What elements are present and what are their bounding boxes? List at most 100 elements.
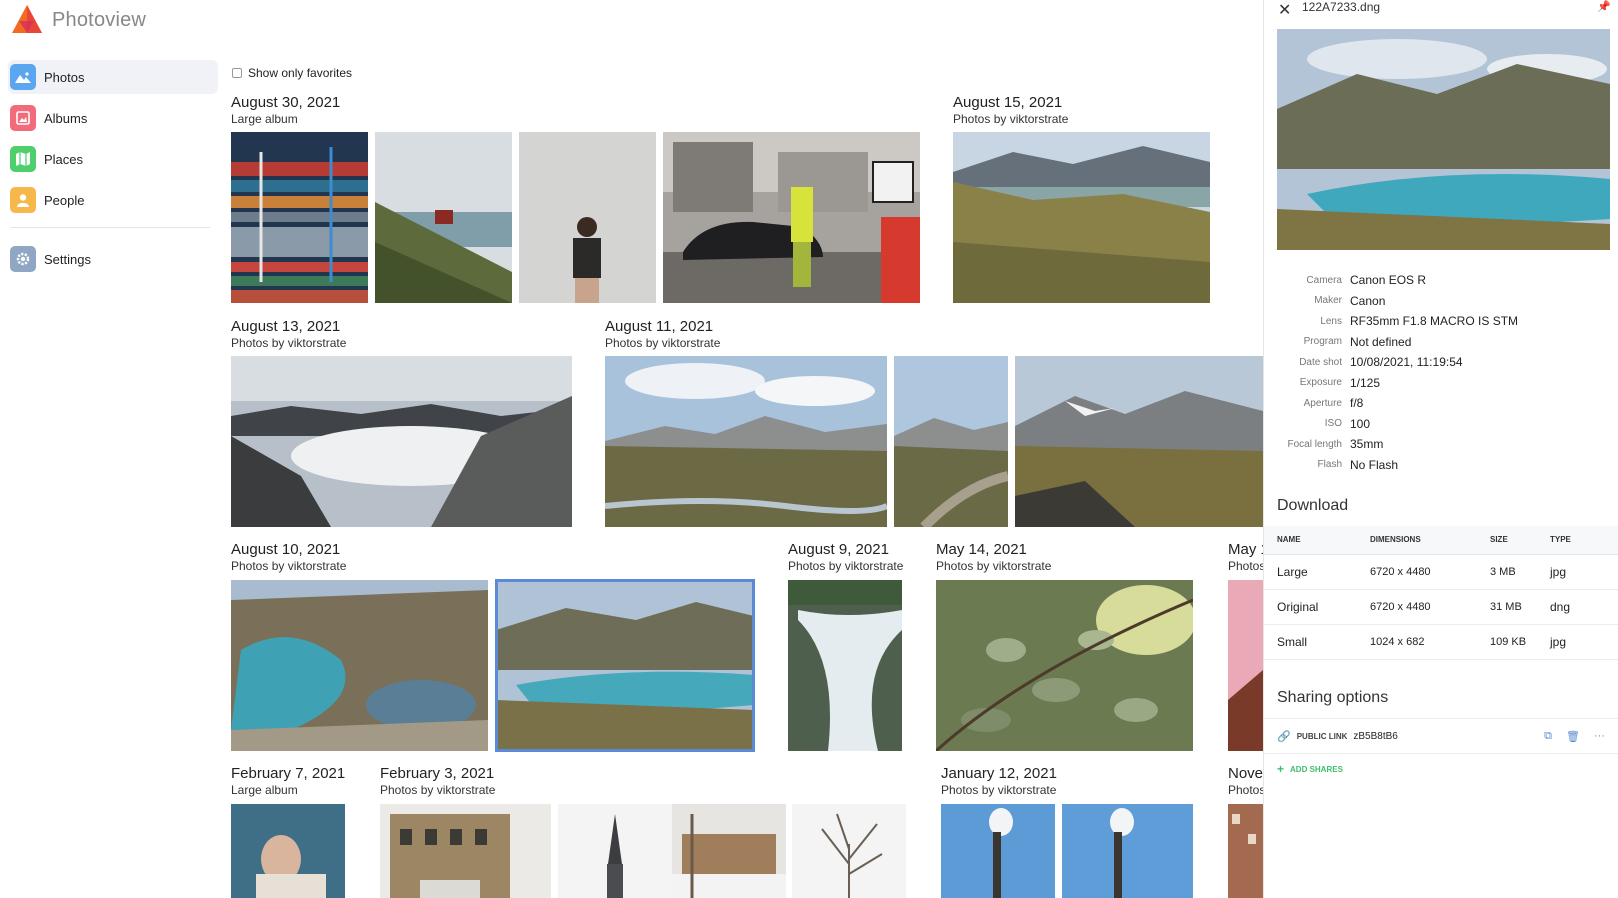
photo-thumbnail[interactable] — [953, 132, 1210, 303]
column-header-dimensions: DIMENSIONS — [1370, 526, 1490, 555]
group-date: August 10, 2021 — [231, 541, 341, 558]
photo-thumbnail[interactable] — [663, 132, 920, 303]
download-name: Small — [1264, 624, 1370, 660]
download-table-header: NAME DIMENSIONS SIZE TYPE — [1264, 526, 1618, 555]
group-subtitle[interactable]: Photos by viktorstrate — [953, 112, 1068, 126]
exif-row: Program Not defined — [1264, 332, 1618, 353]
photo-thumbnail[interactable] — [894, 356, 1008, 527]
exif-value: 35mm — [1350, 437, 1384, 452]
gear-icon — [10, 246, 36, 272]
sidebar-item-label: Places — [44, 151, 84, 167]
group-subtitle[interactable]: Large album — [231, 112, 298, 126]
exif-key: Aperture — [1303, 397, 1342, 409]
photo-thumbnail[interactable] — [231, 580, 488, 751]
exif-row: Aperture f/8 — [1264, 393, 1618, 414]
download-row[interactable]: Small 1024 x 682 109 KB jpg — [1264, 624, 1618, 660]
photo-thumbnail[interactable] — [788, 580, 902, 751]
photo-preview — [1277, 29, 1610, 250]
sharing-heading: Sharing options — [1277, 689, 1389, 706]
photo-thumbnail[interactable] — [792, 804, 906, 898]
exif-key: Exposure — [1299, 377, 1342, 389]
exif-value: f/8 — [1350, 396, 1364, 411]
group-subtitle[interactable]: Photos by viktorstrate — [605, 336, 720, 350]
share-actions: ⧉ 🗑 ··· — [1544, 730, 1605, 743]
group-subtitle[interactable]: Photos — [1228, 783, 1265, 797]
group-subtitle[interactable]: Photos by viktorstrate — [788, 559, 903, 573]
exif-row: Maker Canon — [1264, 291, 1618, 312]
photo-thumbnail[interactable] — [380, 804, 551, 898]
photo-thumbnail[interactable] — [1062, 804, 1193, 898]
photo-thumbnail[interactable] — [558, 804, 672, 898]
group-date: August 15, 2021 — [953, 94, 1063, 111]
more-icon[interactable]: ··· — [1594, 730, 1605, 743]
exif-key: Flash — [1317, 459, 1342, 471]
group-subtitle[interactable]: Photos by viktorstrate — [936, 559, 1051, 573]
photo-thumbnail[interactable] — [605, 356, 887, 527]
public-link-label: PUBLIC LINK — [1296, 731, 1348, 741]
download-size: 3 MB — [1490, 554, 1550, 590]
app-logo[interactable]: Photoview — [10, 2, 146, 38]
group-subtitle[interactable]: Photos by viktorstrate — [380, 783, 495, 797]
photo-thumbnail[interactable] — [519, 132, 656, 303]
column-header-name: NAME — [1264, 526, 1370, 555]
public-link-code[interactable]: zB5B8tB6 — [1353, 731, 1397, 742]
exif-key: Lens — [1320, 315, 1342, 327]
photo-thumbnail-selected[interactable] — [495, 579, 755, 752]
photo-thumbnail[interactable] — [375, 132, 512, 303]
group-subtitle[interactable]: Photos by viktorstrate — [231, 336, 346, 350]
photo-thumbnail[interactable] — [1015, 356, 1263, 527]
exif-value: Canon EOS R — [1350, 273, 1427, 288]
photo-filename: 122A7233.dng — [1302, 0, 1381, 14]
photo-thumbnail[interactable] — [231, 804, 345, 898]
column-header-size: SIZE — [1490, 526, 1550, 555]
trash-icon[interactable]: 🗑 — [1566, 730, 1580, 743]
pin-icon[interactable]: 📌 — [1597, 0, 1611, 13]
photo-thumbnail[interactable] — [231, 356, 572, 527]
photoview-logo-icon — [12, 5, 42, 33]
copy-icon[interactable]: ⧉ — [1544, 730, 1552, 743]
sidebar-divider — [10, 227, 210, 228]
places-icon — [10, 146, 36, 172]
exif-value: RF35mm F1.8 MACRO IS STM — [1350, 314, 1519, 329]
sidebar-item-photos[interactable]: Photos — [8, 60, 218, 94]
link-icon: 🔗 — [1277, 730, 1291, 743]
sidebar-item-people[interactable]: People — [8, 183, 218, 217]
group-date: August 30, 2021 — [231, 94, 341, 111]
group-subtitle[interactable]: Large album — [231, 783, 298, 797]
download-size: 109 KB — [1490, 624, 1550, 660]
download-dimensions: 6720 x 4480 — [1370, 589, 1490, 625]
sidebar-item-settings[interactable]: Settings — [8, 242, 218, 276]
albums-icon — [10, 105, 36, 131]
photo-thumbnail[interactable] — [672, 804, 786, 898]
photo-thumbnail[interactable] — [231, 132, 368, 303]
download-row[interactable]: Original 6720 x 4480 31 MB dng — [1264, 589, 1618, 625]
photo-detail-panel: ✕ 122A7233.dng 📌 Camera Canon EOS R Maker… — [1263, 0, 1618, 898]
exif-key: Program — [1303, 336, 1342, 348]
download-row[interactable]: Large 6720 x 4480 3 MB jpg — [1264, 554, 1618, 590]
download-dimensions: 6720 x 4480 — [1370, 554, 1490, 590]
favorites-checkbox[interactable] — [232, 68, 242, 78]
group-subtitle[interactable]: Photos by viktorstrate — [941, 783, 1056, 797]
favorites-filter[interactable]: Show only favorites — [232, 66, 352, 80]
exif-row: Exposure 1/125 — [1264, 373, 1618, 394]
sidebar-item-label: Settings — [44, 251, 91, 267]
close-icon[interactable]: ✕ — [1278, 0, 1291, 20]
exif-row: Flash No Flash — [1264, 455, 1618, 476]
add-shares-button[interactable]: + ADD SHARES — [1277, 762, 1343, 776]
download-dimensions: 1024 x 682 — [1370, 624, 1490, 660]
group-subtitle[interactable]: Photos by viktorstrate — [231, 559, 346, 573]
sidebar-item-places[interactable]: Places — [8, 142, 218, 176]
group-date: Nove — [1228, 765, 1264, 782]
group-date: January 12, 2021 — [941, 765, 1057, 782]
sidebar-item-albums[interactable]: Albums — [8, 101, 218, 135]
photo-thumbnail[interactable] — [1228, 580, 1263, 751]
group-date: August 11, 2021 — [605, 318, 714, 335]
photo-thumbnail[interactable] — [936, 580, 1193, 751]
photo-thumbnail[interactable] — [941, 804, 1055, 898]
download-name: Large — [1264, 554, 1370, 590]
photo-thumbnail[interactable] — [1228, 804, 1263, 898]
exif-details: Camera Canon EOS R Maker Canon Lens RF35mm … — [1264, 270, 1618, 475]
group-subtitle[interactable]: Photos — [1228, 559, 1265, 573]
add-shares-label: ADD SHARES — [1290, 764, 1343, 774]
group-date: February 3, 2021 — [380, 765, 495, 782]
